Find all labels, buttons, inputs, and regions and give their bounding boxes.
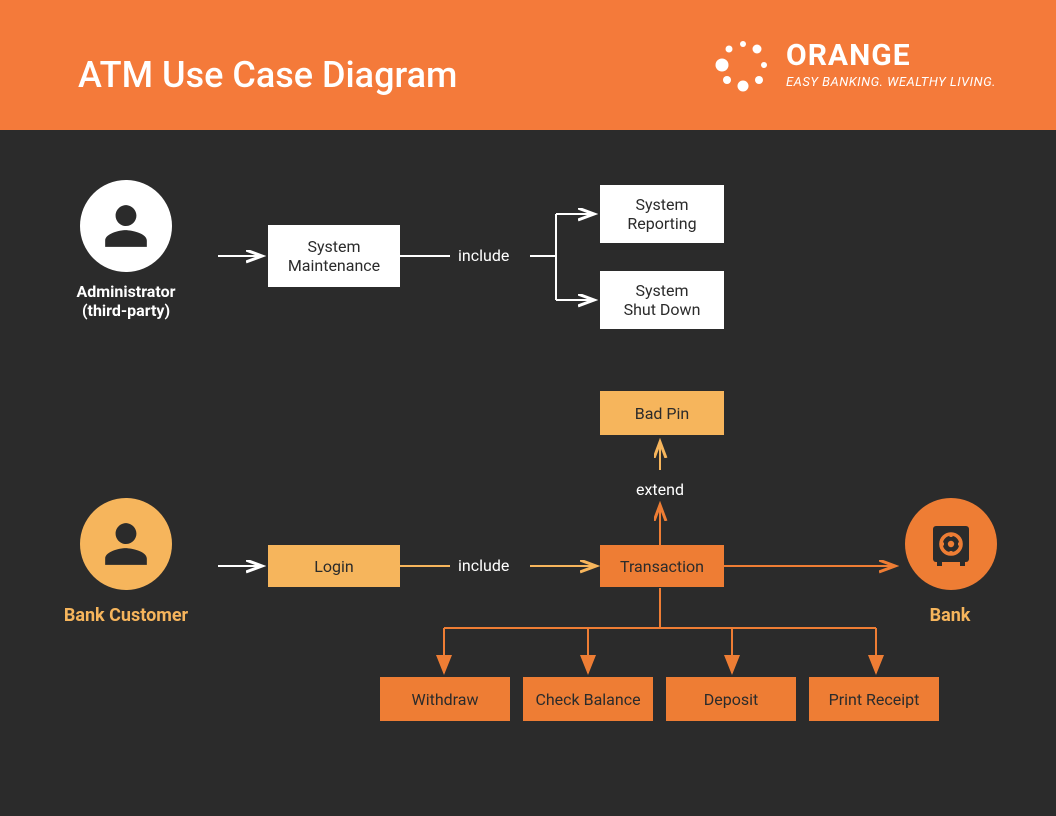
actor-bank-label: Bank: [860, 605, 1040, 626]
person-icon: [80, 180, 172, 272]
brand-name: ORANGE: [786, 41, 996, 71]
label-include-1: include: [458, 246, 509, 265]
brand-tagline: EASY BANKING. WEALTHY LIVING.: [786, 75, 996, 90]
node-deposit: Deposit: [666, 677, 796, 721]
actor-admin-label: Administrator (third-party): [36, 282, 216, 320]
node-withdraw: Withdraw: [380, 677, 510, 721]
brand: ORANGE EASY BANKING. WEALTHY LIVING.: [714, 36, 996, 94]
label-extend: extend: [636, 480, 684, 499]
safe-icon: [905, 498, 997, 590]
actor-customer: [80, 498, 172, 590]
label-include-2: include: [458, 556, 509, 575]
diagram-canvas: Administrator (third-party) System Maint…: [0, 130, 1056, 816]
node-system-maintenance: System Maintenance: [268, 225, 400, 287]
brand-logo-icon: [714, 36, 772, 94]
actor-customer-label: Bank Customer: [36, 605, 216, 626]
node-print-receipt: Print Receipt: [809, 677, 939, 721]
node-transaction: Transaction: [600, 545, 724, 587]
node-system-reporting: System Reporting: [600, 185, 724, 243]
node-bad-pin: Bad Pin: [600, 391, 724, 435]
node-check-balance: Check Balance: [523, 677, 653, 721]
node-system-shutdown: System Shut Down: [600, 271, 724, 329]
node-login: Login: [268, 545, 400, 587]
page-title: ATM Use Case Diagram: [78, 54, 457, 96]
person-icon: [80, 498, 172, 590]
header: ATM Use Case Diagram ORANGE EASY BANKING…: [0, 0, 1056, 130]
actor-bank: [905, 498, 997, 590]
actor-admin: [80, 180, 172, 272]
